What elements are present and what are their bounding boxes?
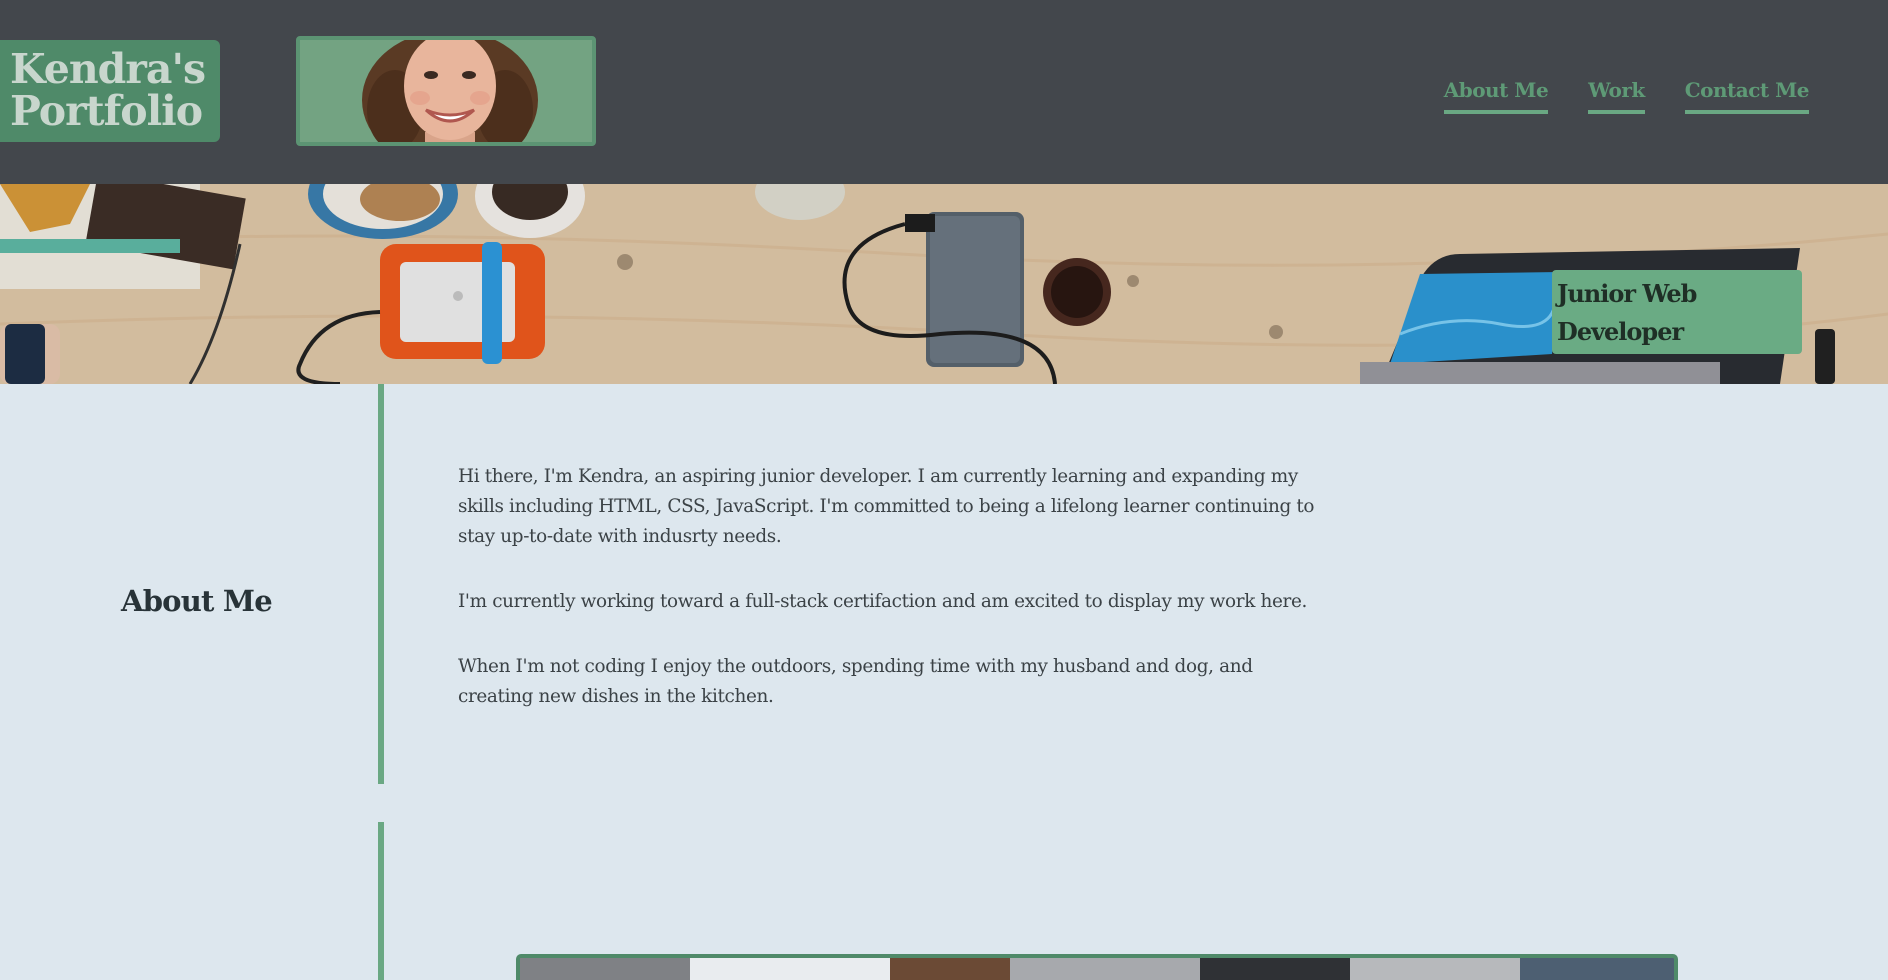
brand-line-1: Kendra's	[10, 45, 206, 93]
hero-banner: Junior Web Developer	[0, 184, 1888, 384]
about-text: Hi there, I'm Kendra, an aspiring junior…	[458, 462, 1318, 747]
nav-about-me[interactable]: About Me	[1443, 78, 1549, 114]
profile-photo	[296, 36, 596, 146]
about-paragraph: When I'm not coding I enjoy the outdoors…	[458, 656, 1253, 707]
about-paragraph: Hi there, I'm Kendra, an aspiring junior…	[458, 466, 1315, 547]
main-nav: About Me Work Contact Me	[1443, 78, 1810, 114]
hero-title-line-2: Developer	[1557, 317, 1684, 346]
nav-contact-me[interactable]: Contact Me	[1684, 78, 1810, 114]
nav-work[interactable]: Work	[1588, 78, 1645, 114]
work-preview-image[interactable]	[516, 954, 1678, 980]
profile-photo-image	[300, 40, 592, 142]
work-image	[520, 958, 1674, 980]
brand-line-2: Portfolio	[10, 87, 203, 135]
about-divider	[378, 384, 384, 784]
about-paragraph: I'm currently working toward a full-stac…	[458, 591, 1307, 612]
site-logo[interactable]: Kendra's Portfolio	[0, 40, 220, 142]
hero-title-line-1: Junior Web	[1557, 279, 1697, 308]
hero-title-badge: Junior Web Developer	[1552, 270, 1802, 354]
work-divider	[378, 822, 384, 980]
site-header: Kendra's Portfolio About Me Work Contact	[0, 0, 1888, 184]
about-heading: About Me	[121, 584, 273, 618]
